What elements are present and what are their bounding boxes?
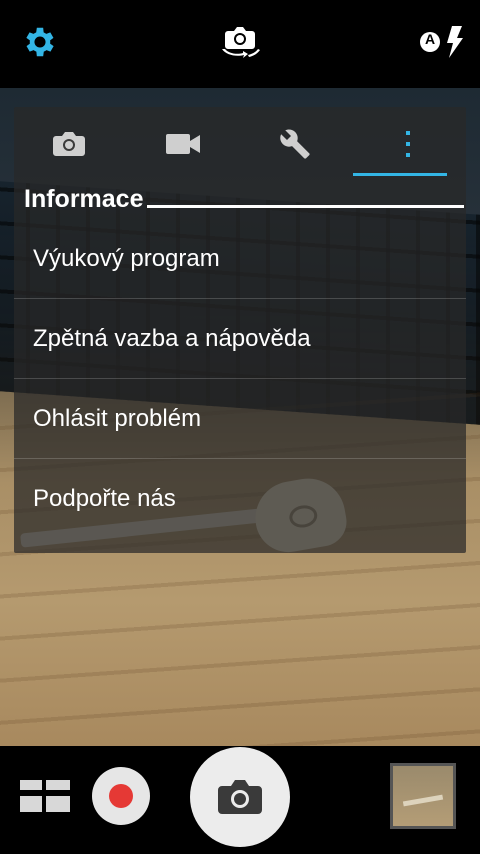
tab-settings[interactable] xyxy=(240,119,350,169)
menu-item-report-problem[interactable]: Ohlásit problém xyxy=(14,379,466,459)
video-icon xyxy=(166,134,200,154)
section-header: Informace xyxy=(24,181,464,217)
top-bar: A xyxy=(0,0,480,88)
switch-camera-icon[interactable] xyxy=(220,22,260,62)
menu-item-label: Podpořte nás xyxy=(33,485,176,512)
menu-item-label: Ohlásit problém xyxy=(33,404,202,432)
selected-tab-indicator xyxy=(353,173,447,176)
grid-icon[interactable] xyxy=(20,780,70,814)
tab-photo[interactable] xyxy=(14,119,124,169)
section-divider xyxy=(147,204,464,208)
tab-video[interactable] xyxy=(128,119,238,169)
wrench-icon xyxy=(280,129,310,159)
flash-auto-icon[interactable]: A xyxy=(418,22,464,62)
record-icon xyxy=(109,784,133,808)
tab-more[interactable] xyxy=(353,119,463,169)
gallery-thumbnail[interactable] xyxy=(390,763,456,829)
settings-popup: Informace Výukový program Zpětná vazba a… xyxy=(14,107,466,553)
record-button[interactable] xyxy=(92,767,150,825)
menu-list: Výukový program Zpětná vazba a nápověda … xyxy=(14,219,466,539)
gear-icon[interactable] xyxy=(20,22,60,62)
menu-item-tutorial[interactable]: Výukový program xyxy=(14,219,466,299)
menu-item-feedback-help[interactable]: Zpětná vazba a nápověda xyxy=(14,299,466,379)
settings-tabs xyxy=(14,107,466,177)
camera-icon xyxy=(218,780,262,814)
menu-item-label: Výukový program xyxy=(33,244,220,272)
flash-mode-letter: A xyxy=(424,31,436,47)
more-vert-icon xyxy=(406,131,410,157)
menu-item-label: Zpětná vazba a nápověda xyxy=(33,324,311,352)
camera-icon xyxy=(53,132,85,156)
section-title: Informace xyxy=(24,184,144,213)
shutter-button[interactable] xyxy=(190,747,290,847)
menu-item-support-us[interactable]: Podpořte nás xyxy=(14,459,466,539)
